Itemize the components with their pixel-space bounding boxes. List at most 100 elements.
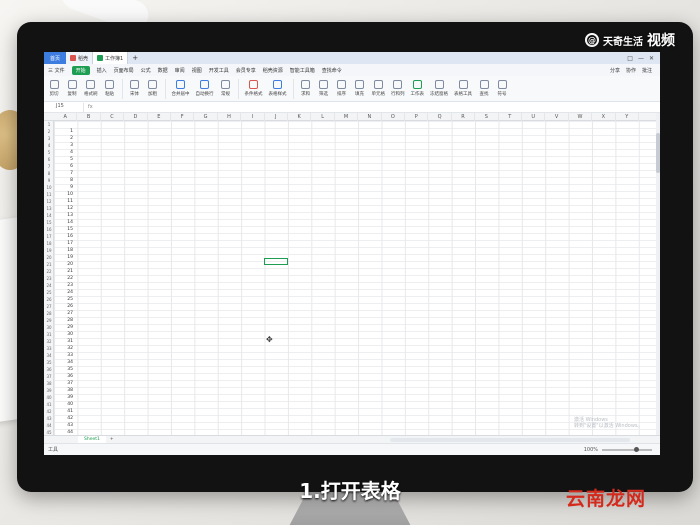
filter-button[interactable]: 筛选 — [318, 80, 330, 97]
freeze-panes-button[interactable]: 冻结窗格 — [430, 80, 448, 97]
cell-a-value[interactable]: 8 — [53, 177, 73, 184]
cell-a-value[interactable]: 14 — [53, 219, 73, 226]
selected-cell[interactable] — [264, 258, 288, 265]
cell-a-value[interactable]: 11 — [53, 198, 73, 205]
cell-a-value[interactable]: 23 — [53, 282, 73, 289]
cell-a-value[interactable]: 19 — [53, 254, 73, 261]
column-header[interactable]: P — [405, 113, 429, 121]
fx-icon[interactable]: fx — [84, 104, 97, 110]
column-header[interactable]: J — [265, 113, 288, 121]
cell-a-value[interactable]: 33 — [53, 352, 73, 359]
tab-workbook[interactable]: 工作簿1 — [93, 52, 129, 64]
minimize-button[interactable]: — — [638, 55, 644, 62]
cell-a-value[interactable]: 27 — [53, 310, 73, 317]
cell-a-value[interactable]: 10 — [53, 191, 73, 198]
column-header[interactable]: B — [77, 113, 101, 121]
sort-button[interactable]: 排序 — [336, 80, 348, 97]
cell-area[interactable] — [54, 121, 656, 435]
row-header[interactable]: 1 — [44, 121, 54, 128]
column-header[interactable]: L — [311, 113, 335, 121]
cell-a-value[interactable]: 36 — [53, 373, 73, 380]
add-sheet-button[interactable]: + — [106, 437, 118, 442]
menu-page-layout[interactable]: 页面布局 — [114, 67, 134, 74]
horizontal-scrollbar[interactable] — [390, 437, 630, 442]
column-header[interactable]: A — [54, 113, 78, 121]
comment-button[interactable]: 批注 — [642, 67, 652, 74]
column-header[interactable]: D — [124, 113, 148, 121]
symbol-button[interactable]: 符号 — [496, 80, 508, 97]
cell-a-value[interactable]: 25 — [53, 296, 73, 303]
cell-a-value[interactable]: 38 — [53, 387, 73, 394]
column-header[interactable]: C — [101, 113, 125, 121]
cell-a-value[interactable]: 6 — [53, 163, 73, 170]
table-tools-button[interactable]: 表格工具 — [454, 80, 472, 97]
cut-button[interactable]: 剪切 — [48, 80, 60, 97]
menu-daoke-resources[interactable]: 稻壳资源 — [263, 67, 283, 74]
menu-formula[interactable]: 公式 — [141, 67, 151, 74]
column-header[interactable]: Y — [616, 113, 639, 121]
cell-a-value[interactable]: 4 — [53, 149, 73, 156]
formula-input[interactable] — [97, 103, 660, 112]
column-header[interactable]: N — [358, 113, 382, 121]
cell-a-value[interactable]: 37 — [53, 380, 73, 387]
cell-a-value[interactable]: 34 — [53, 359, 73, 366]
conditional-format-button[interactable]: 条件格式 — [245, 80, 263, 97]
cell-a-value[interactable]: 12 — [53, 205, 73, 212]
column-header[interactable]: O — [382, 113, 405, 121]
cell-a-value[interactable]: 2 — [53, 135, 73, 142]
tab-daoke[interactable]: 稻壳 — [66, 52, 94, 64]
cell-a-value[interactable]: 40 — [53, 401, 73, 408]
share-button[interactable]: 分享 — [610, 67, 620, 74]
menu-member[interactable]: 会员专享 — [236, 67, 256, 74]
find-button[interactable]: 查找 — [478, 80, 490, 97]
cell-a-value[interactable]: 35 — [53, 366, 73, 373]
cell-a-value[interactable]: 41 — [53, 408, 73, 415]
menu-data[interactable]: 数据 — [158, 67, 168, 74]
column-header[interactable]: G — [194, 113, 218, 121]
tab-home[interactable]: 首页 — [44, 52, 66, 64]
cell-a-value[interactable]: 16 — [53, 233, 73, 240]
cell-a-value[interactable]: 7 — [53, 170, 73, 177]
menu-start[interactable]: 开始 — [71, 65, 90, 75]
fill-button[interactable]: 填充 — [354, 80, 366, 97]
new-tab-button[interactable]: + — [128, 54, 142, 62]
column-header[interactable]: K — [288, 113, 312, 121]
name-box[interactable]: J15 — [44, 102, 84, 112]
column-header[interactable]: H — [218, 113, 242, 121]
menu-file[interactable]: 三 文件 — [48, 67, 65, 74]
table-style-button[interactable]: 表格样式 — [269, 80, 287, 97]
zoom-level[interactable]: 100% — [584, 447, 598, 453]
vertical-scrollbar[interactable] — [656, 113, 660, 435]
cell-a-value[interactable]: 17 — [53, 240, 73, 247]
cell-a-value[interactable]: 9 — [53, 184, 73, 191]
cell-a-value[interactable]: 26 — [53, 303, 73, 310]
number-format-select[interactable]: 常规 — [220, 80, 232, 97]
cell-a-value[interactable]: 30 — [53, 331, 73, 338]
cell-a-value[interactable]: 42 — [53, 415, 73, 422]
cell-a-value[interactable]: 22 — [53, 275, 73, 282]
cell-a-value[interactable]: 39 — [53, 394, 73, 401]
collab-button[interactable]: 协作 — [626, 67, 636, 74]
column-header[interactable]: F — [171, 113, 195, 121]
column-header[interactable]: T — [499, 113, 522, 121]
wrap-text-button[interactable]: 自动换行 — [196, 80, 214, 97]
cell-button[interactable]: 单元格 — [372, 80, 385, 97]
menu-view[interactable]: 视图 — [192, 67, 202, 74]
worksheet-button[interactable]: 工作表 — [411, 80, 424, 97]
column-header[interactable]: W — [569, 113, 593, 121]
cell-a-value[interactable]: 28 — [53, 317, 73, 324]
column-header[interactable]: E — [148, 113, 171, 121]
column-header[interactable]: R — [452, 113, 476, 121]
format-painter-button[interactable]: 格式刷 — [84, 80, 98, 97]
maximize-button[interactable]: □ — [627, 55, 633, 62]
column-header[interactable]: S — [475, 113, 499, 121]
column-header[interactable]: Q — [428, 113, 452, 121]
close-button[interactable]: ✕ — [649, 55, 654, 62]
merge-center-button[interactable]: 合并居中 — [172, 80, 190, 97]
cell-a-value[interactable]: 31 — [53, 338, 73, 345]
menu-smart-tools[interactable]: 智能工具箱 — [290, 67, 315, 74]
cell-a-value[interactable]: 20 — [53, 261, 73, 268]
zoom-slider-thumb[interactable] — [634, 446, 639, 452]
scroll-thumb[interactable] — [656, 133, 660, 173]
sum-button[interactable]: 求和 — [300, 80, 312, 97]
